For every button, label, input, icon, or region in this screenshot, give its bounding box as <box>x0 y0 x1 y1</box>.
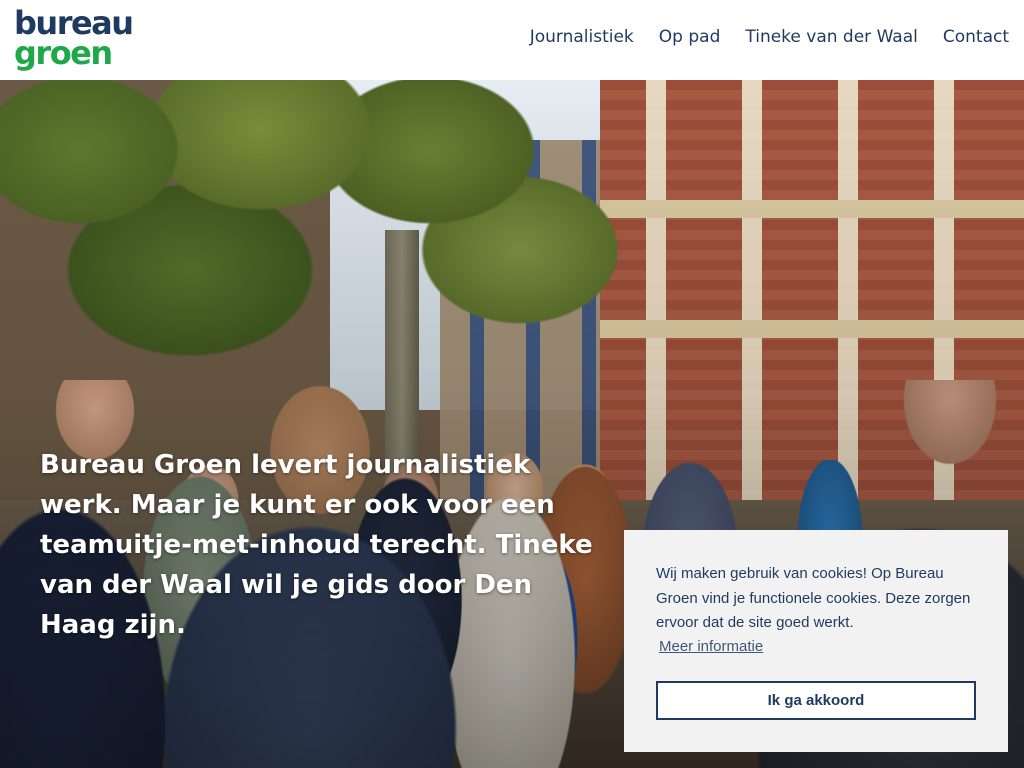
nav-item-tineke-van-der-waal[interactable]: Tineke van der Waal <box>745 27 918 47</box>
cookie-more-info-link[interactable]: Meer informatie <box>659 638 763 655</box>
nav-item-op-pad[interactable]: Op pad <box>659 27 721 47</box>
site-header: bureau groen Journalistiek Op pad Tineke… <box>0 0 1024 80</box>
cookie-banner: Wij maken gebruik van cookies! Op Bureau… <box>624 530 1008 752</box>
page: bureau groen Journalistiek Op pad Tineke… <box>0 0 1024 768</box>
nav-item-journalistiek[interactable]: Journalistiek <box>530 27 634 47</box>
cookie-message: Wij maken gebruik van cookies! Op Bureau… <box>656 565 971 631</box>
logo-text-groen: groen <box>14 34 113 72</box>
hero-headline: Bureau Groen levert journalistiek werk. … <box>40 450 593 640</box>
site-logo[interactable]: bureau groen <box>14 7 134 72</box>
nav-item-contact[interactable]: Contact <box>943 27 1009 47</box>
cookie-accept-button[interactable]: Ik ga akkoord <box>656 681 976 720</box>
main-nav: Journalistiek Op pad Tineke van der Waal… <box>505 27 1009 47</box>
